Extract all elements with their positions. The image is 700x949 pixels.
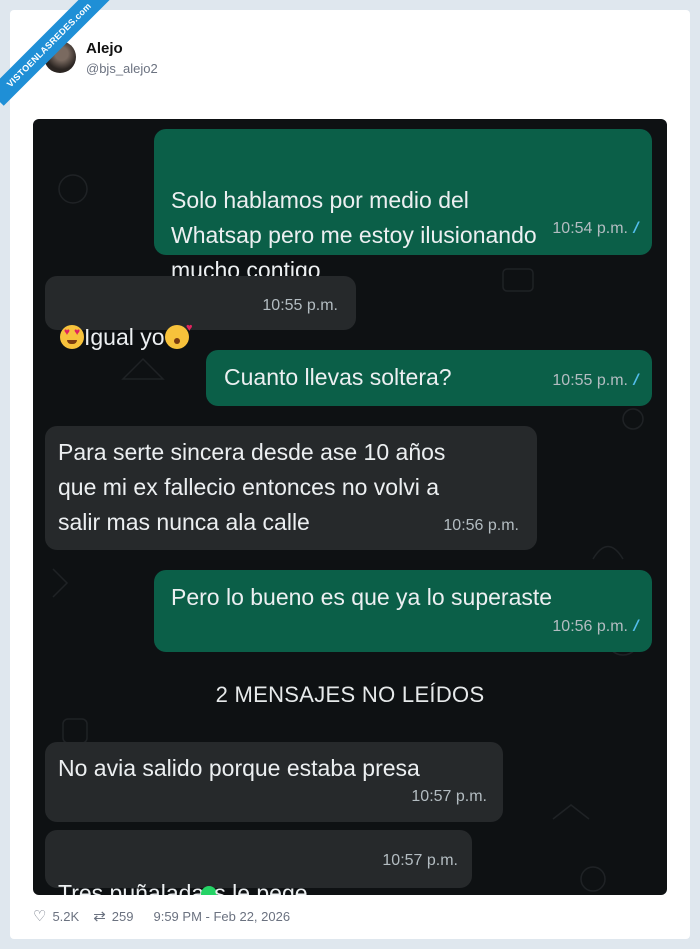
message-time: 10:55 p.m. (262, 297, 338, 314)
unread-messages-divider: 2 MENSAJES NO LEÍDOS (215, 682, 485, 707)
message-bubble-outgoing[interactable]: Solo hablamos por medio del Whatsap pero… (154, 129, 652, 317)
message-text: Tres puñalada (58, 880, 205, 895)
chat-screenshot: Solo hablamos por medio del Whatsap pero… (33, 119, 667, 895)
heart-icon[interactable]: ♡ (33, 907, 46, 925)
message-time: 10:57 p.m. (411, 788, 487, 805)
tweet-timestamp[interactable]: 9:59 PM - Feb 22, 2026 (153, 909, 290, 924)
message-meta: 10:56 p.m. // (552, 609, 639, 644)
message-bubble-outgoing[interactable]: Cuanto llevas soltera? 10:55 p.m. // (206, 350, 652, 406)
message-text: Igual yo (84, 324, 165, 350)
kissing-face-emoji-icon (164, 323, 193, 349)
message-time: 10:57 p.m. (382, 852, 458, 869)
retweet-icon[interactable]: ⇄ (93, 907, 106, 925)
message-meta: 10:54 p.m. // (552, 211, 639, 246)
message-bubble-incoming[interactable]: Para serte sincera desde ase 10 años que… (45, 426, 537, 550)
message-text: Para serte sincera desde ase 10 años que… (58, 439, 446, 535)
author-handle[interactable]: @bjs_alejo2 (86, 61, 158, 76)
message-time: 10:55 p.m. (552, 372, 628, 389)
message-meta: 10:55 p.m. // (552, 363, 639, 398)
message-text: Solo hablamos por medio del Whatsap pero… (171, 187, 537, 283)
message-bubble-outgoing[interactable]: Pero lo bueno es que ya lo superaste 10:… (154, 570, 652, 652)
heart-eyes-emoji-icon (60, 325, 84, 349)
message-meta: 10:57 p.m. (411, 779, 487, 814)
message-meta: 10:57 p.m. (382, 843, 458, 878)
retweet-count: 259 (111, 908, 134, 924)
message-time: 10:56 p.m. (552, 618, 628, 635)
message-text: Cuanto llevas soltera? (224, 364, 452, 390)
message-text: s le pege (214, 880, 308, 895)
author-name[interactable]: Alejo (86, 40, 123, 57)
message-bubble-incoming[interactable]: Igual yo 10:55 p.m. (45, 276, 356, 350)
message-time: 10:54 p.m. (552, 220, 628, 237)
tweet-footer: ♡ 5.2K ⇄ 259 9:59 PM - Feb 22, 2026 (33, 907, 290, 925)
message-meta: 10:55 p.m. (262, 288, 338, 323)
message-bubble-incoming[interactable]: No avia salido porque estaba presa 10:57… (45, 742, 503, 822)
like-count: 5.2K (52, 908, 80, 924)
message-meta: 10:56 p.m. (443, 508, 519, 543)
message-text: No avia salido porque estaba presa (58, 755, 420, 781)
message-text: Pero lo bueno es que ya lo superaste (171, 584, 553, 610)
message-time: 10:56 p.m. (443, 517, 519, 534)
message-bubble-incoming[interactable]: Tres puñalada s le pege 10:57 p.m. (45, 830, 472, 895)
